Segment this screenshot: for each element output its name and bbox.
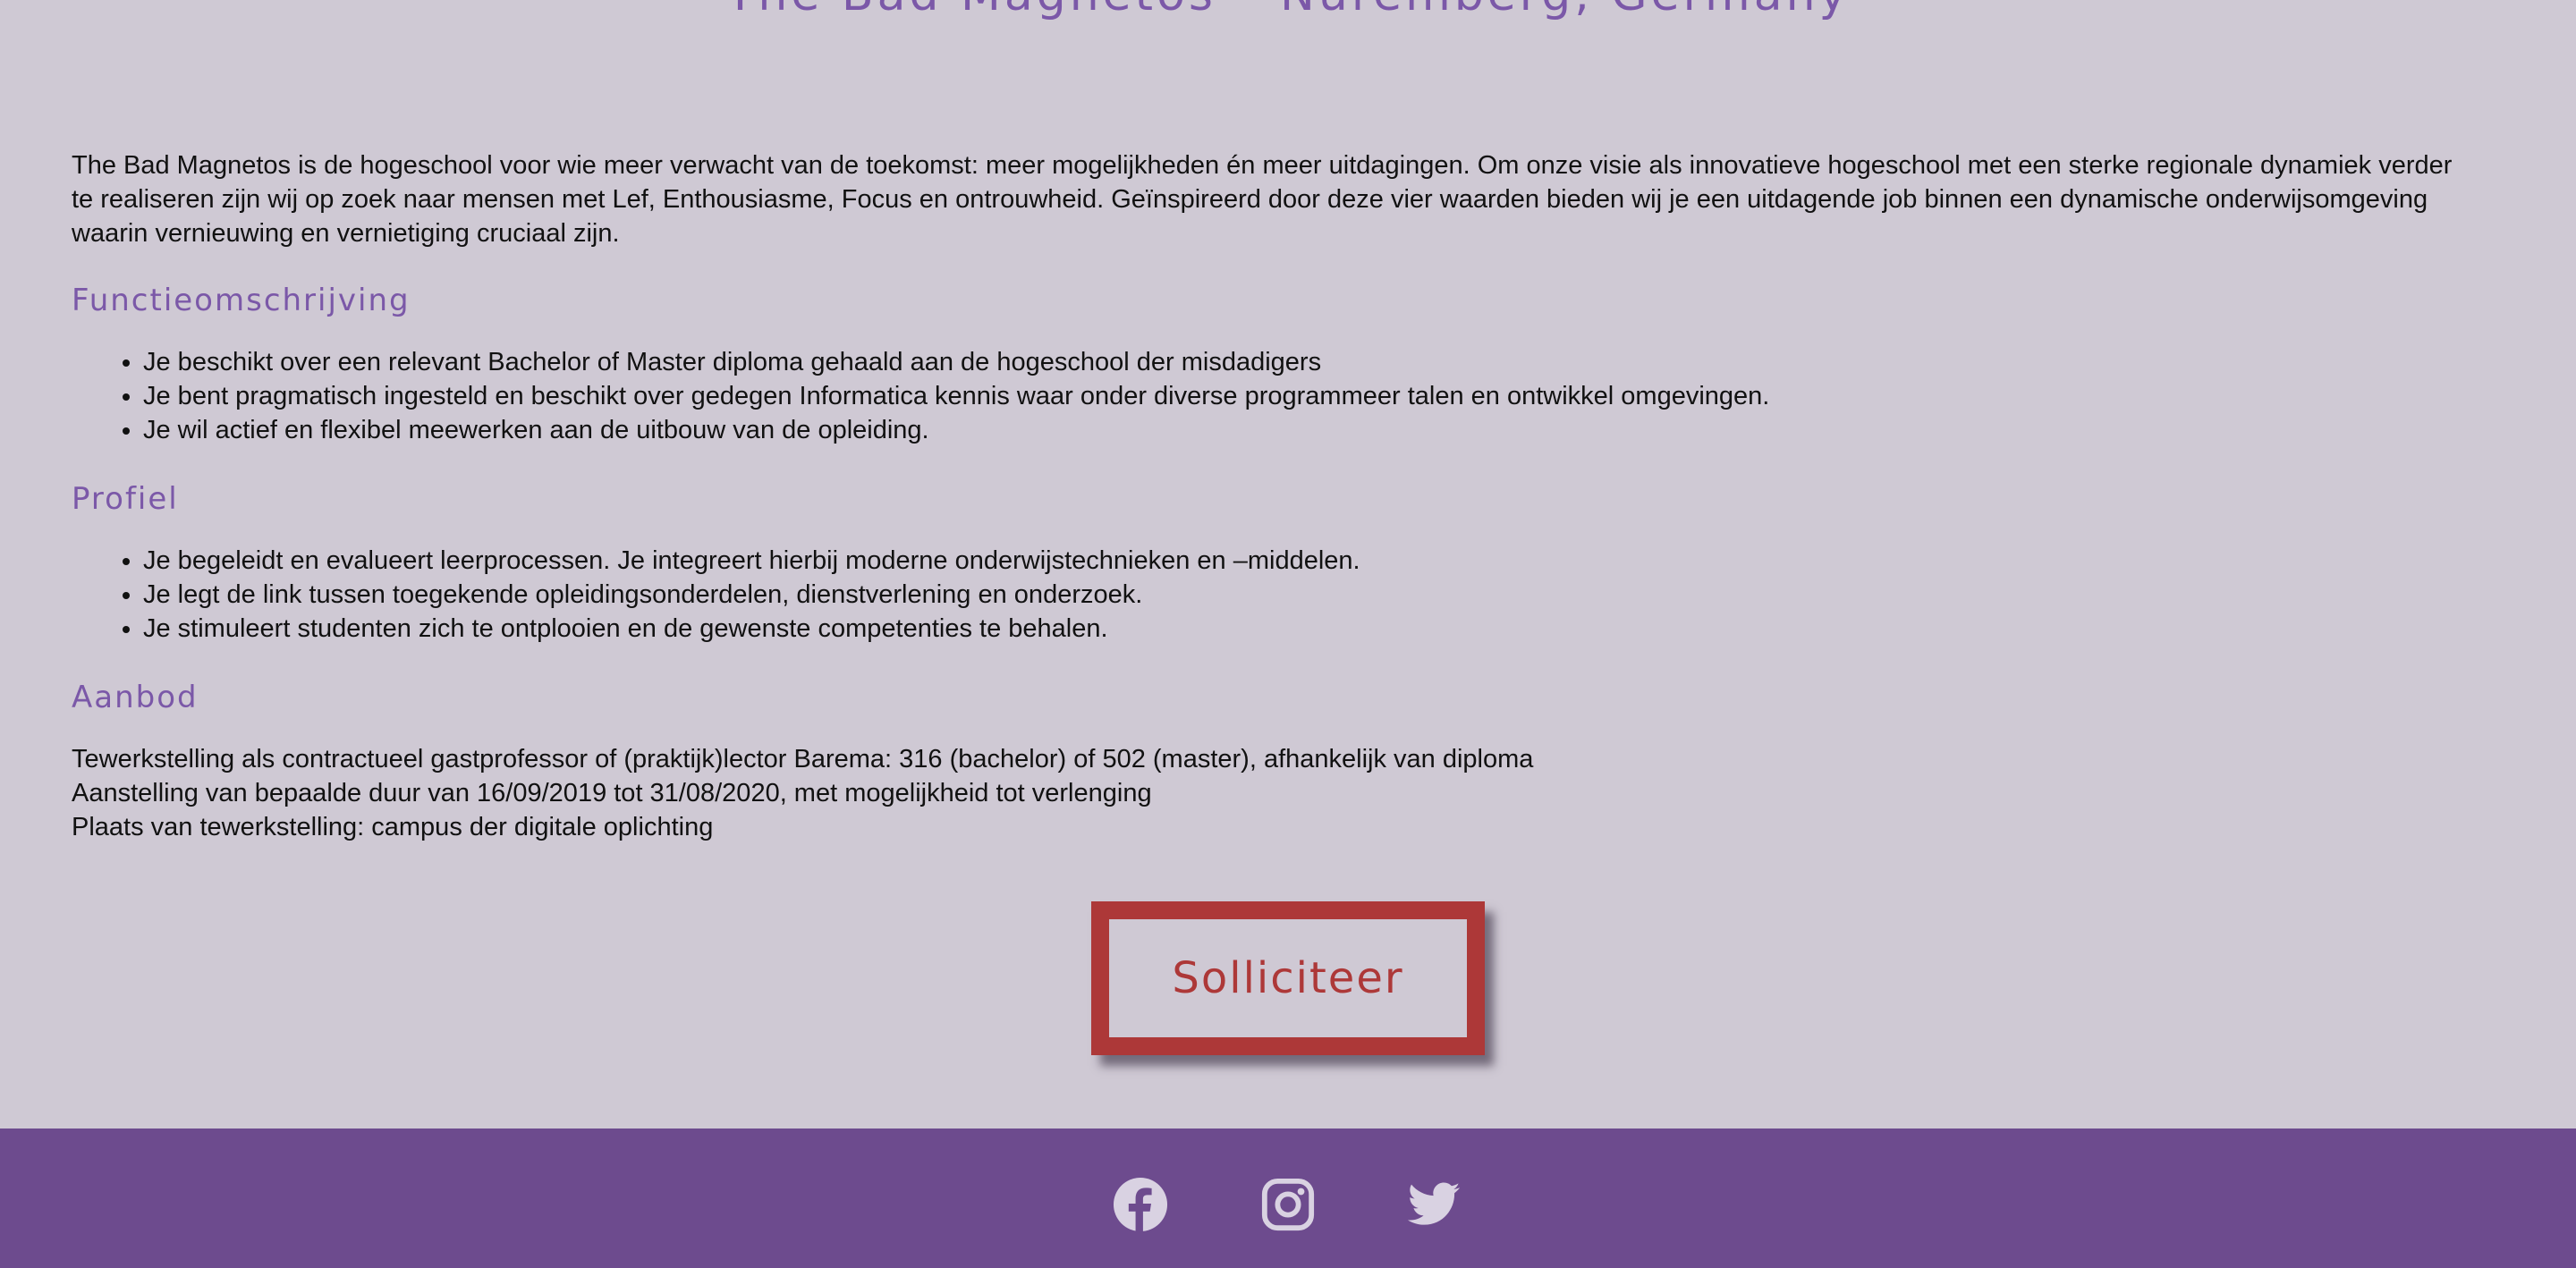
apply-button-label: Solliciteer	[1109, 919, 1467, 1037]
list-item: Je wil actief en flexibel meewerken aan …	[143, 413, 2478, 447]
page-title: The Bad Magnetos – Nuremberg, Germany	[0, 0, 2576, 21]
list-item: Je legt de link tussen toegekende opleid…	[143, 578, 2478, 612]
offer-line: Plaats van tewerkstelling: campus der di…	[72, 813, 714, 841]
list-item: Je stimuleert studenten zich te ontplooi…	[143, 612, 2478, 646]
offer-line: Aanstelling van bepaalde duur van 16/09/…	[72, 779, 1152, 807]
function-list: Je beschikt over een relevant Bachelor o…	[72, 345, 2478, 447]
list-item: Je bent pragmatisch ingesteld en beschik…	[143, 379, 2478, 413]
twitter-icon[interactable]	[1406, 1177, 1462, 1232]
profile-list: Je begeleidt en evalueert leerprocessen.…	[72, 544, 2478, 646]
offer-line: Tewerkstelling als contractueel gastprof…	[72, 745, 1534, 773]
offer-heading: Aanbod	[72, 680, 199, 715]
footer	[0, 1129, 2576, 1268]
list-item: Je begeleidt en evalueert leerprocessen.…	[143, 544, 2478, 578]
apply-button[interactable]: Solliciteer	[1091, 901, 1485, 1055]
list-item: Je beschikt over een relevant Bachelor o…	[143, 345, 2478, 379]
function-heading: Functieomschrijving	[72, 283, 411, 318]
instagram-icon[interactable]	[1260, 1177, 1316, 1232]
job-posting-content: The Bad Magnetos is de hogeschool voor w…	[72, 148, 2478, 844]
intro-paragraph: The Bad Magnetos is de hogeschool voor w…	[72, 151, 2453, 248]
facebook-icon[interactable]	[1113, 1177, 1168, 1232]
offer-details: Tewerkstelling als contractueel gastprof…	[72, 742, 2478, 844]
profile-heading: Profiel	[72, 481, 179, 517]
